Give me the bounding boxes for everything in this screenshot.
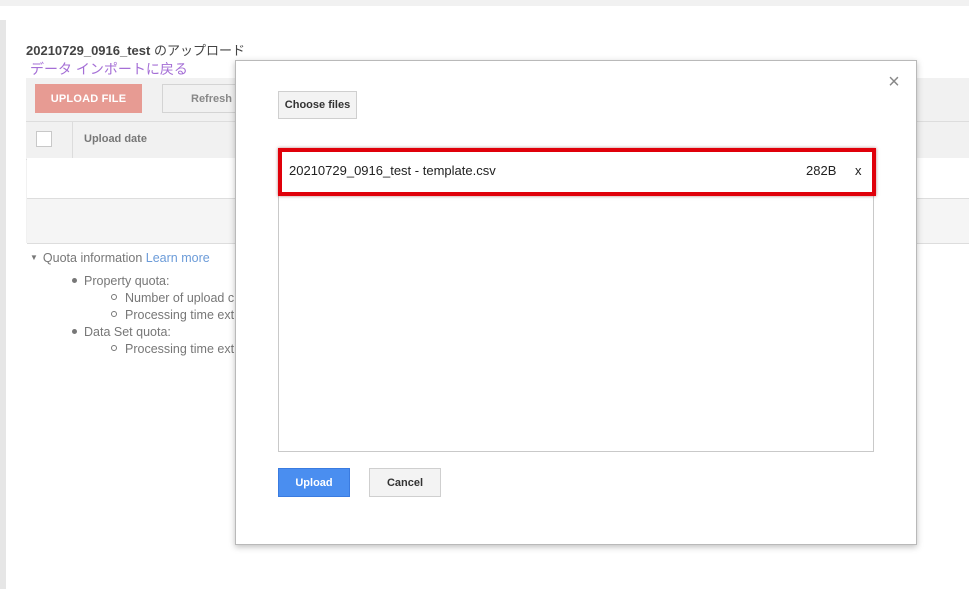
quota-item-label: Data Set quota: <box>84 325 171 339</box>
quota-subitem: Processing time ext <box>111 308 234 322</box>
quota-subitem-label: Processing time ext <box>125 308 235 322</box>
close-icon[interactable]: × <box>885 72 903 92</box>
file-size: 282B <box>806 163 837 178</box>
upload-button[interactable]: Upload <box>278 468 350 497</box>
quota-item: Property quota: <box>72 274 169 288</box>
caret-down-icon: ▼ <box>30 253 38 262</box>
column-divider <box>72 122 73 158</box>
bullet-icon <box>111 345 117 351</box>
bullet-icon <box>111 311 117 317</box>
top-bar <box>0 0 969 6</box>
quota-subitem: Number of upload c <box>111 291 234 305</box>
back-to-data-import-link[interactable]: データ インポートに戻る <box>30 59 188 79</box>
upload-file-button[interactable]: UPLOAD FILE <box>35 84 142 113</box>
quota-label: Quota information <box>42 251 143 265</box>
quota-information-toggle[interactable]: ▼ Quota information Learn more <box>30 251 210 265</box>
page-title: 20210729_0916_test のアップロード <box>26 40 245 59</box>
left-rail <box>0 20 6 589</box>
learn-more-link[interactable]: Learn more <box>146 251 210 265</box>
bullet-icon <box>72 278 77 283</box>
quota-subitem: Processing time ext <box>111 342 234 356</box>
file-list <box>278 148 874 452</box>
page-title-name: 20210729_0916_test <box>26 43 151 58</box>
quota-item: Data Set quota: <box>72 325 171 339</box>
bullet-icon <box>111 294 117 300</box>
cancel-button[interactable]: Cancel <box>369 468 441 497</box>
select-all-checkbox[interactable] <box>36 131 52 147</box>
quota-subitem-label: Processing time ext <box>125 342 235 356</box>
page-title-suffix: のアップロード <box>150 43 245 58</box>
remove-file-button[interactable]: x <box>855 163 862 178</box>
quota-item-label: Property quota: <box>84 274 170 288</box>
column-header-upload-date[interactable]: Upload date <box>84 133 147 145</box>
choose-files-button[interactable]: Choose files <box>278 91 357 119</box>
quota-subitem-label: Number of upload c <box>125 291 235 305</box>
file-name: 20210729_0916_test - template.csv <box>289 163 496 178</box>
bullet-icon <box>72 329 77 334</box>
